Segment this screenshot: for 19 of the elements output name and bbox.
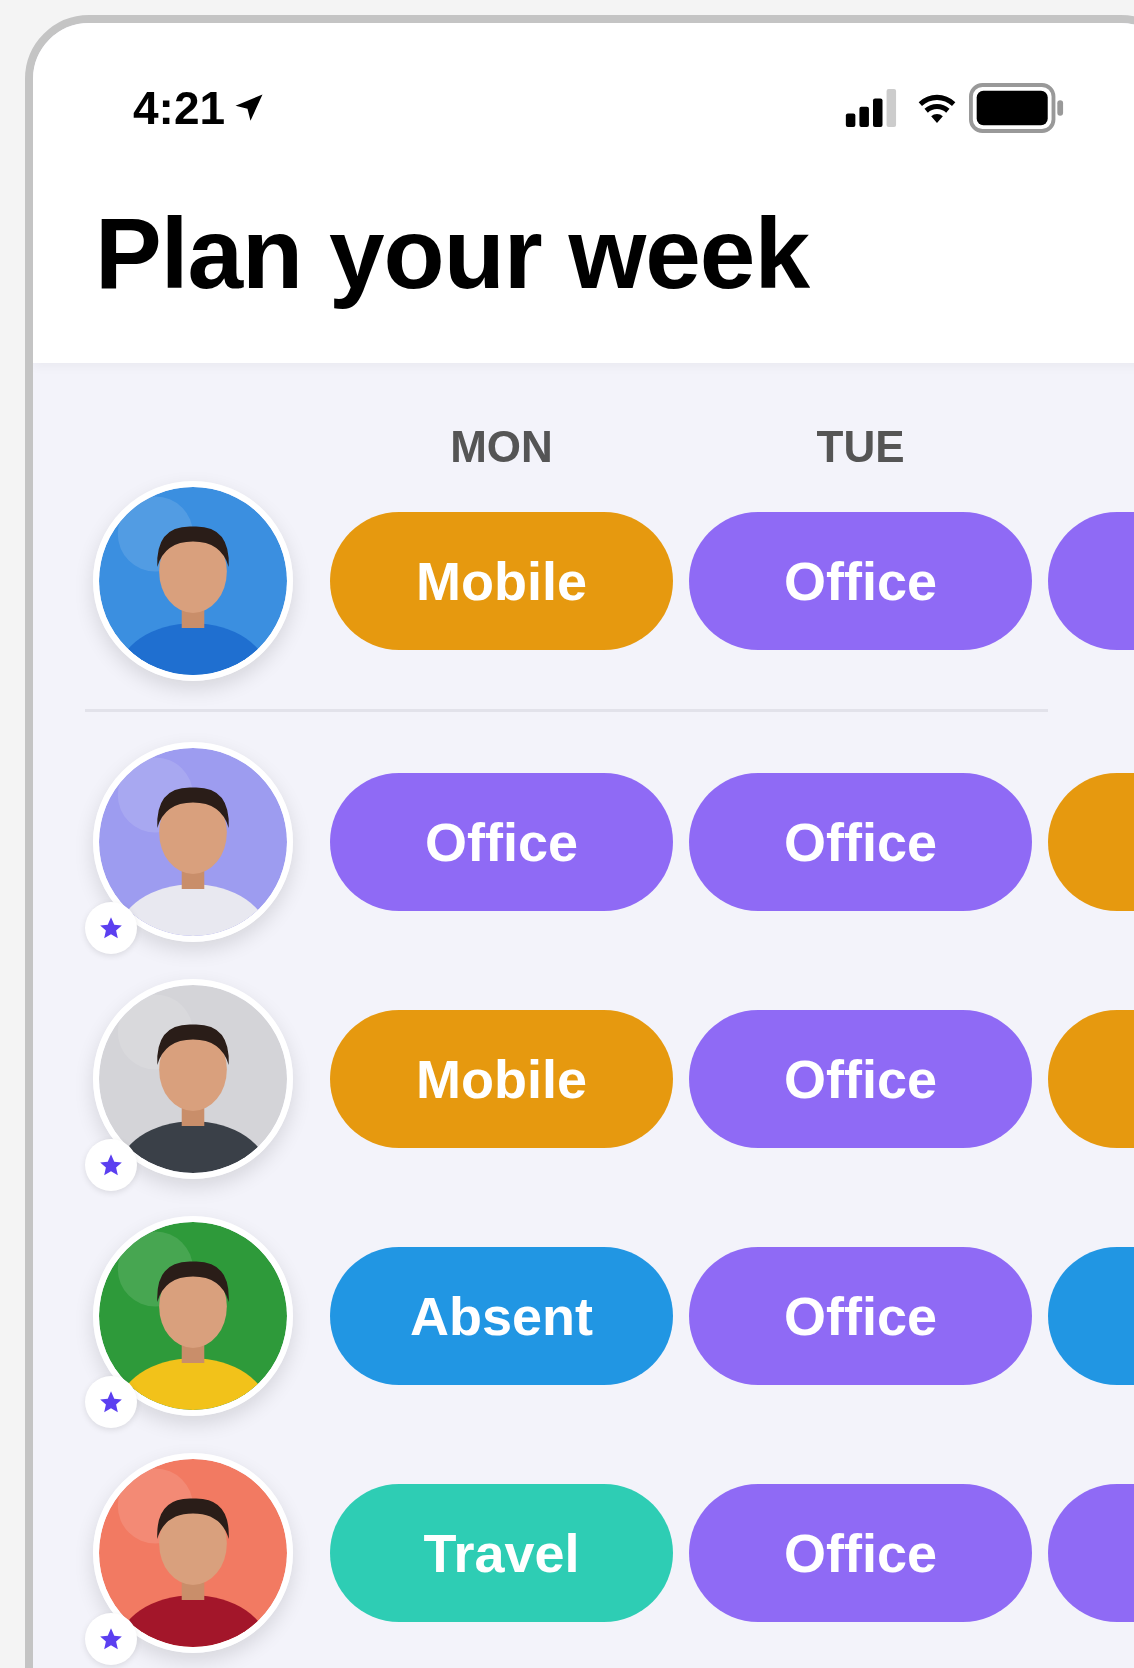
page-title: Plan your week [95,196,810,311]
day-label: TUE [815,421,906,473]
battery-icon [969,83,1065,133]
status-pill[interactable]: Office [689,1010,1032,1148]
status-pill[interactable]: Mobile [330,1010,673,1148]
star-icon [98,1152,124,1178]
day-label: MON [449,421,554,473]
star-icon [98,1626,124,1652]
star-icon [98,1389,124,1415]
status-pill[interactable]: Office [689,1484,1032,1622]
star-icon [98,915,124,941]
status-pill[interactable]: Office [689,1247,1032,1385]
status-pill[interactable]: Travel [330,1484,673,1622]
status-pill[interactable]: Absent [330,1247,673,1385]
status-pill[interactable]: Office [689,773,1032,911]
status-pill[interactable]: Mobile [330,512,673,650]
status-pill[interactable]: Office [330,773,673,911]
status-pill[interactable]: Office [689,512,1032,650]
status-time: 4:21 [133,80,226,136]
